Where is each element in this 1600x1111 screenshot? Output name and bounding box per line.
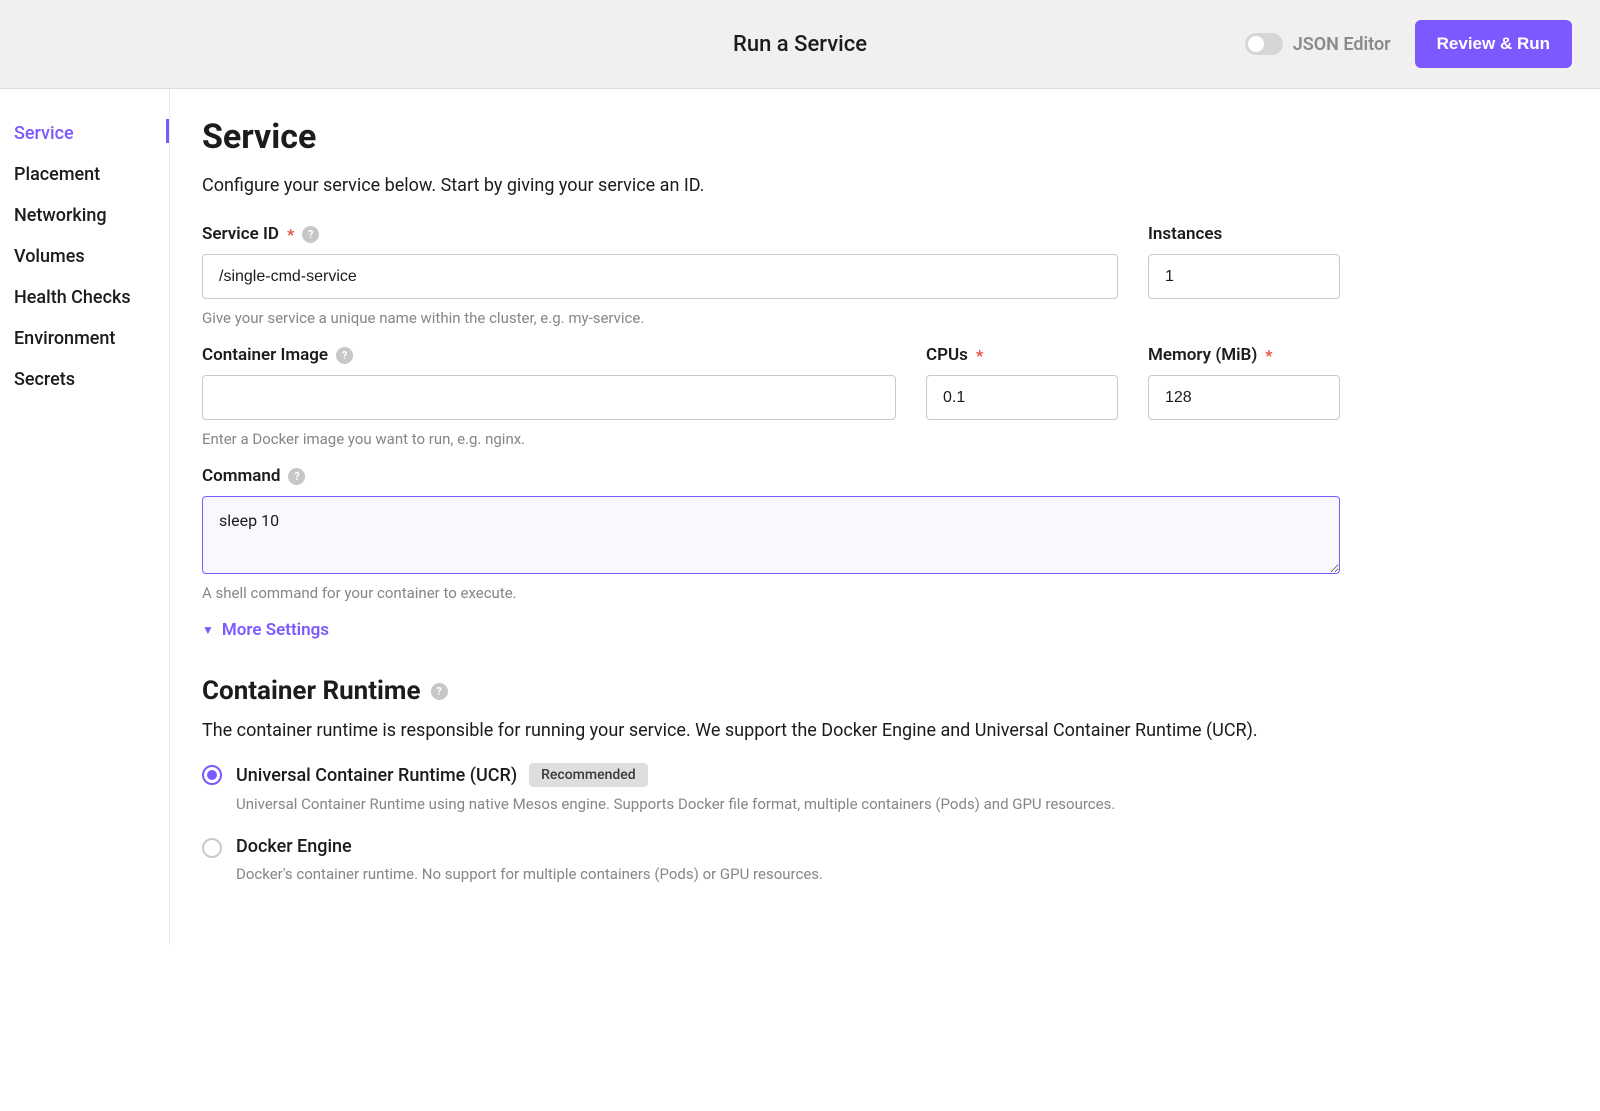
runtime-option-docker[interactable]: Docker Engine Docker's container runtime… — [202, 836, 1340, 886]
form-group-service-id: Service ID * ? — [202, 224, 1118, 299]
form-row-id-instances: Service ID * ? Instances — [202, 224, 1340, 299]
sidebar-item-environment[interactable]: Environment — [14, 318, 169, 359]
runtime-docker-label: Docker Engine — [236, 836, 352, 857]
json-editor-label: JSON Editor — [1293, 34, 1391, 55]
more-settings-toggle[interactable]: ▼ More Settings — [202, 620, 1340, 640]
container-image-helper: Enter a Docker image you want to run, e.… — [202, 430, 1340, 448]
required-mark: * — [287, 225, 294, 244]
sidebar-item-service[interactable]: Service — [14, 113, 169, 154]
runtime-description: The container runtime is responsible for… — [202, 720, 1340, 741]
form-row-image-cpu-mem: Container Image ? CPUs * Memory (MiB) * — [202, 345, 1340, 420]
recommended-badge: Recommended — [529, 763, 648, 787]
main-content: Service Configure your service below. St… — [170, 89, 1600, 945]
runtime-ucr-label: Universal Container Runtime (UCR) — [236, 765, 517, 786]
help-icon[interactable]: ? — [288, 468, 305, 485]
label-row-memory: Memory (MiB) * — [1148, 345, 1340, 365]
sidebar-item-placement[interactable]: Placement — [14, 154, 169, 195]
more-settings-label: More Settings — [222, 620, 329, 640]
container-image-input[interactable] — [202, 375, 896, 420]
runtime-ucr-description: Universal Container Runtime using native… — [236, 793, 1115, 816]
page-title: Run a Service — [733, 32, 867, 57]
sidebar-item-secrets[interactable]: Secrets — [14, 359, 169, 400]
instances-input[interactable] — [1148, 254, 1340, 299]
radio-label-row: Docker Engine — [236, 836, 823, 857]
sidebar-item-volumes[interactable]: Volumes — [14, 236, 169, 277]
section-title: Service — [202, 117, 1340, 157]
memory-input[interactable] — [1148, 375, 1340, 420]
help-icon[interactable]: ? — [431, 683, 448, 700]
sidebar-item-health-checks[interactable]: Health Checks — [14, 277, 169, 318]
runtime-title-row: Container Runtime ? — [202, 676, 1340, 706]
toggle-knob — [1248, 36, 1264, 52]
cpus-label: CPUs — [926, 345, 968, 365]
header-actions: JSON Editor Review & Run — [1245, 20, 1572, 68]
header: Run a Service JSON Editor Review & Run — [0, 0, 1600, 89]
memory-label: Memory (MiB) — [1148, 345, 1257, 365]
section-description: Configure your service below. Start by g… — [202, 175, 1340, 196]
radio-icon — [202, 838, 222, 858]
runtime-title: Container Runtime — [202, 676, 421, 706]
sidebar-item-networking[interactable]: Networking — [14, 195, 169, 236]
form-group-command: Command ? — [202, 466, 1340, 574]
json-editor-toggle-group: JSON Editor — [1245, 33, 1391, 55]
service-id-label: Service ID — [202, 224, 279, 244]
command-input[interactable] — [202, 496, 1340, 574]
label-row-command: Command ? — [202, 466, 1340, 486]
label-row-service-id: Service ID * ? — [202, 224, 1118, 244]
layout: Service Placement Networking Volumes Hea… — [0, 89, 1600, 945]
form-group-memory: Memory (MiB) * — [1148, 345, 1340, 420]
command-helper: A shell command for your container to ex… — [202, 584, 1340, 602]
required-mark: * — [1265, 346, 1272, 365]
service-id-input[interactable] — [202, 254, 1118, 299]
instances-label: Instances — [1148, 224, 1222, 244]
label-row-instances: Instances — [1148, 224, 1340, 244]
container-image-label: Container Image — [202, 345, 328, 365]
required-mark: * — [976, 346, 983, 365]
sidebar: Service Placement Networking Volumes Hea… — [0, 89, 170, 945]
runtime-docker-description: Docker's container runtime. No support f… — [236, 863, 823, 886]
command-label: Command — [202, 466, 280, 486]
radio-content: Docker Engine Docker's container runtime… — [236, 836, 823, 886]
cpus-input[interactable] — [926, 375, 1118, 420]
form-group-container-image: Container Image ? — [202, 345, 896, 420]
help-icon[interactable]: ? — [302, 226, 319, 243]
radio-content: Universal Container Runtime (UCR) Recomm… — [236, 763, 1115, 816]
radio-label-row: Universal Container Runtime (UCR) Recomm… — [236, 763, 1115, 787]
radio-icon — [202, 765, 222, 785]
service-id-helper: Give your service a unique name within t… — [202, 309, 1340, 327]
label-row-container-image: Container Image ? — [202, 345, 896, 365]
label-row-cpus: CPUs * — [926, 345, 1118, 365]
caret-down-icon: ▼ — [202, 623, 214, 637]
json-editor-toggle[interactable] — [1245, 33, 1283, 55]
form-group-instances: Instances — [1148, 224, 1340, 299]
form-group-cpus: CPUs * — [926, 345, 1118, 420]
runtime-option-ucr[interactable]: Universal Container Runtime (UCR) Recomm… — [202, 763, 1340, 816]
help-icon[interactable]: ? — [336, 347, 353, 364]
review-run-button[interactable]: Review & Run — [1415, 20, 1572, 68]
